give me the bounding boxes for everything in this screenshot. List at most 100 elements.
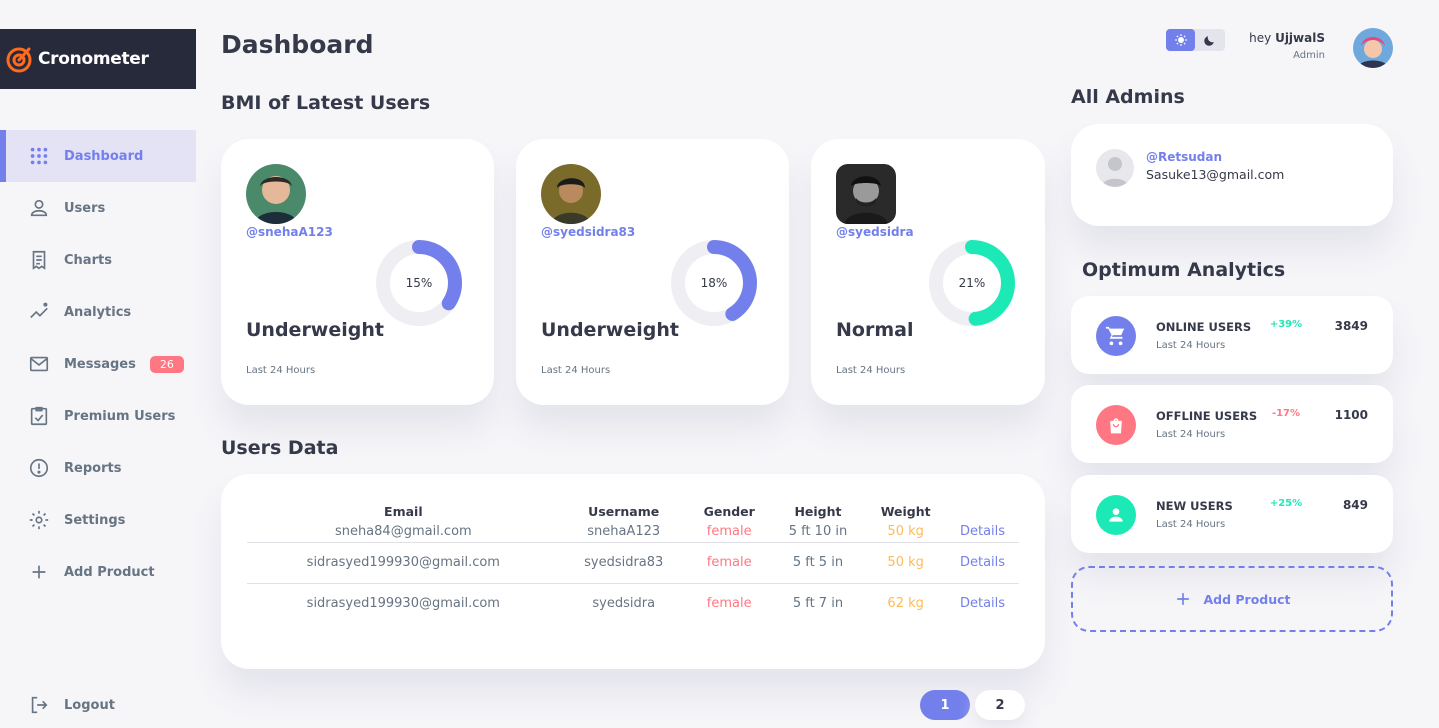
avatar xyxy=(836,164,896,224)
sidebar-item-dashboard[interactable]: Dashboard xyxy=(0,130,196,182)
height-cell: 5 ft 10 in xyxy=(770,522,866,543)
add-product-label: Add Product xyxy=(1203,591,1291,607)
gear-icon xyxy=(29,510,49,530)
analytics-value: 1100 xyxy=(1334,408,1368,422)
analytics-title-text: NEW USERS xyxy=(1156,499,1233,513)
plus-icon xyxy=(1177,593,1190,605)
logout-icon xyxy=(31,696,48,714)
sidebar-item-label: Premium Users xyxy=(64,408,176,424)
add-product-button[interactable]: Add Product xyxy=(1071,566,1393,632)
analytics-change: +25% xyxy=(1269,498,1303,509)
profile-role: Admin xyxy=(1293,50,1325,61)
table-row: sneha84@gmail.com snehaA123 female 5 ft … xyxy=(247,522,1019,543)
sidebar-item-premium-users[interactable]: Premium Users xyxy=(0,390,196,442)
column-header: Username xyxy=(588,503,660,519)
sidebar-item-label: Messages xyxy=(64,356,136,372)
bmi-period: Last 24 Hours xyxy=(541,365,611,376)
details-link[interactable]: Details xyxy=(946,542,1019,584)
analytics-change: +39% xyxy=(1269,319,1303,330)
sidebar-item-messages[interactable]: Messages 26 xyxy=(0,338,196,390)
bmi-percent: 15% xyxy=(405,276,433,290)
brand[interactable]: Cronometer xyxy=(0,29,196,89)
sidebar-nav: Dashboard Users Charts Analytics Message… xyxy=(0,130,196,598)
analytics-period: Last 24 Hours xyxy=(1156,519,1226,530)
profile-info: hey UjjwalS Admin xyxy=(1249,31,1325,61)
logout-button[interactable]: Logout xyxy=(28,694,115,716)
page-button-2[interactable]: 2 xyxy=(975,690,1025,720)
analytics-period: Last 24 Hours xyxy=(1156,340,1226,351)
users-table-card: Email Username Gender Height Weight sneh… xyxy=(221,474,1045,669)
person-icon xyxy=(30,199,48,217)
username-cell: syedsidra xyxy=(592,596,656,612)
bmi-status: Underweight xyxy=(246,319,384,341)
light-mode-button[interactable] xyxy=(1166,29,1195,51)
moon-icon xyxy=(1204,35,1214,46)
person-icon xyxy=(1096,495,1136,535)
email-cell: sneha84@gmail.com xyxy=(247,522,560,543)
avatar[interactable] xyxy=(1353,28,1393,68)
analytics-title-text: ONLINE USERS xyxy=(1156,320,1252,334)
analytics-card-new-users[interactable]: NEW USERS Last 24 Hours +25% 849 xyxy=(1071,475,1393,553)
weight-cell: 62 kg xyxy=(887,596,924,612)
height-cell: 5 ft 7 in xyxy=(792,596,844,612)
logo-icon xyxy=(6,47,32,73)
plus-icon xyxy=(32,565,46,579)
column-header: Height xyxy=(794,503,842,519)
sidebar-item-reports[interactable]: Reports xyxy=(0,442,196,494)
email-cell: sidrasyed199930@gmail.com xyxy=(306,596,500,612)
admin-handle: @Retsudan xyxy=(1146,150,1223,164)
page-button-1[interactable]: 1 xyxy=(920,690,970,720)
username-cell: syedsidra83 xyxy=(559,542,688,584)
details-link[interactable]: Details xyxy=(946,522,1019,543)
sidebar-item-analytics[interactable]: Analytics xyxy=(0,286,196,338)
users-table: Email Username Gender Height Weight sneh… xyxy=(247,500,1019,624)
sidebar-item-label: Reports xyxy=(64,460,122,476)
analytics-change: -17% xyxy=(1271,408,1301,419)
avatar xyxy=(1096,149,1134,187)
analytics-value: 3849 xyxy=(1334,319,1368,333)
bmi-username: @syedsidra xyxy=(836,225,914,239)
table-row: sidrasyed199930@gmail.com syedsidra fema… xyxy=(247,583,1019,624)
sidebar-item-users[interactable]: Users xyxy=(0,182,196,234)
sidebar-item-label: Users xyxy=(64,200,106,216)
avatar xyxy=(246,164,306,224)
email-cell: sidrasyed199930@gmail.com xyxy=(247,542,560,584)
receipt-icon xyxy=(32,250,46,270)
sidebar-item-settings[interactable]: Settings xyxy=(0,494,196,546)
profile-name: UjjwalS xyxy=(1275,31,1325,45)
analytics-value: 849 xyxy=(1342,498,1368,512)
grid-icon xyxy=(30,147,48,165)
inventory-icon xyxy=(30,406,48,426)
analytics-card-online[interactable]: ONLINE USERS Last 24 Hours +39% 3849 xyxy=(1071,296,1393,374)
bmi-status: Underweight xyxy=(541,319,679,341)
bmi-period: Last 24 Hours xyxy=(246,365,316,376)
sidebar-item-add-product[interactable]: Add Product xyxy=(0,546,196,598)
greeting: hey UjjwalS xyxy=(1249,31,1325,45)
column-header: Email xyxy=(384,503,423,519)
gender-cell: female xyxy=(706,596,752,612)
bmi-card[interactable]: @snehaA123 15% Underweight Last 24 Hours xyxy=(221,139,494,405)
avatar xyxy=(541,164,601,224)
bmi-card[interactable]: @syedsidra 21% Normal Last 24 Hours xyxy=(811,139,1045,405)
theme-toggle[interactable] xyxy=(1166,29,1225,51)
gender-cell: female xyxy=(687,542,771,584)
bmi-period: Last 24 Hours xyxy=(836,365,906,376)
analytics-card-offline[interactable]: OFFLINE USERS Last 24 Hours -17% 1100 xyxy=(1071,385,1393,463)
details-link[interactable]: Details xyxy=(946,583,1019,624)
gender-cell: female xyxy=(687,522,771,543)
bmi-status: Normal xyxy=(836,319,914,341)
admin-email: Sasuke13@gmail.com xyxy=(1146,167,1285,182)
bmi-section-title: BMI of Latest Users xyxy=(221,92,431,114)
admins-title: All Admins xyxy=(1071,86,1185,108)
username-cell: snehaA123 xyxy=(559,522,688,543)
brand-name: Cronometer xyxy=(38,49,149,69)
report-icon xyxy=(29,458,49,478)
column-header: Weight xyxy=(880,503,931,519)
dark-mode-button[interactable] xyxy=(1195,29,1224,51)
bmi-card[interactable]: @syedsidra83 18% Underweight Last 24 Hou… xyxy=(516,139,789,405)
sidebar-item-label: Add Product xyxy=(64,564,155,580)
users-data-title: Users Data xyxy=(221,437,339,459)
admin-card[interactable]: @Retsudan Sasuke13@gmail.com xyxy=(1071,124,1393,226)
sun-icon xyxy=(1174,34,1187,46)
sidebar-item-charts[interactable]: Charts xyxy=(0,234,196,286)
